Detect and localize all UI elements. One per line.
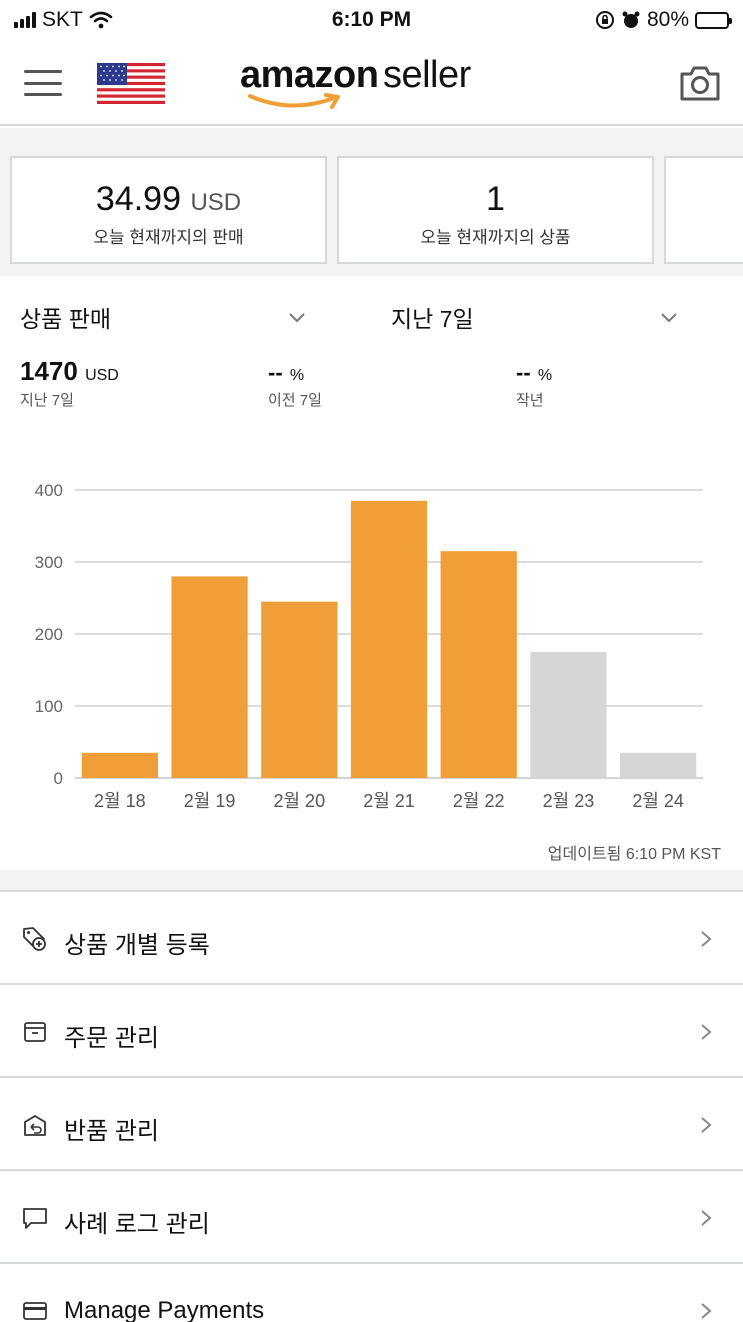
stat-value: -- %	[516, 360, 553, 385]
metric-dropdown[interactable]: 상품 판매	[20, 300, 111, 334]
stat-label: 작년	[516, 392, 544, 409]
x-tick-label: 2월 19	[184, 791, 236, 811]
rotation-lock-icon	[595, 11, 614, 29]
amazon-seller-logo: amazon seller	[240, 54, 500, 114]
stat-label: 지난 7일	[20, 392, 74, 409]
y-tick-label: 300	[35, 553, 63, 572]
bar[interactable]	[350, 500, 428, 778]
section-divider	[0, 870, 743, 890]
menu-item-manage-orders[interactable]: 주문 관리	[0, 983, 743, 1076]
metric-cards-strip: 34.99 USD 오늘 현재까지의 판매 1 오늘 현재까지의 상품	[0, 128, 743, 276]
menu-item-case-log[interactable]: 사례 로그 관리	[0, 1169, 743, 1262]
menu-item-label: 사례 로그 관리	[64, 1211, 210, 1238]
chevron-down-icon[interactable]	[661, 310, 677, 326]
menu-item-label: Manage Payments	[64, 1297, 265, 1322]
app-header: amazon seller	[0, 42, 743, 126]
menu-item-label: 주문 관리	[64, 1025, 159, 1052]
box-icon	[24, 1022, 46, 1042]
return-box-icon	[24, 1115, 46, 1136]
x-tick-label: 2월 21	[363, 791, 415, 811]
y-tick-label: 200	[35, 625, 63, 644]
bar[interactable]	[440, 551, 517, 778]
menu-item-label: 상품 개별 등록	[64, 932, 210, 959]
stat-value: -- %	[268, 360, 305, 385]
period-dropdown[interactable]: 지난 7일	[391, 300, 474, 334]
bar[interactable]	[620, 752, 697, 778]
x-tick-label: 2월 24	[632, 791, 684, 811]
status-bar: SKT 6:10 PM 80%	[0, 0, 743, 42]
y-tick-label: 400	[35, 481, 63, 500]
bar[interactable]	[81, 752, 158, 778]
chevron-right-icon	[701, 1024, 712, 1040]
metric-value: 1	[486, 180, 505, 218]
chart-selectors: 상품 판매 지난 7일	[0, 276, 743, 356]
battery-icon	[695, 11, 732, 29]
chevron-right-icon	[701, 1210, 712, 1226]
metric-label: 오늘 현재까지의 상품	[420, 228, 571, 247]
quick-menu: 상품 개별 등록 주문 관리 반품 관리 사례 로그 관리 Manage Pay…	[0, 890, 743, 1322]
updated-timestamp: 업데이트됨 6:10 PM KST	[547, 846, 721, 863]
metric-label: 오늘 현재까지의 판매	[93, 228, 244, 247]
stat-last-year: -- % 작년	[516, 356, 552, 410]
metric-card-units[interactable]: 1 오늘 현재까지의 상품	[337, 156, 654, 264]
metric-card-sales[interactable]: 34.99 USD 오늘 현재까지의 판매	[10, 156, 327, 264]
chevron-down-icon[interactable]	[289, 310, 305, 326]
alarm-icon	[622, 11, 640, 28]
x-tick-label: 2월 22	[453, 791, 505, 811]
us-flag-icon[interactable]	[97, 63, 165, 104]
stat-label: 이전 7일	[268, 392, 322, 409]
battery-percent: 80%	[646, 8, 689, 31]
chevron-right-icon	[701, 1303, 712, 1319]
sales-bar-chart: 0 100 200 300 400 2월 18 2월 19 2월 20 2월 21 2월 22 2월…	[0, 470, 743, 830]
chat-icon	[23, 1208, 47, 1229]
tag-plus-icon	[23, 927, 46, 951]
menu-item-label: 반품 관리	[64, 1118, 159, 1145]
menu-icon[interactable]	[24, 70, 62, 96]
y-tick-label: 0	[54, 769, 63, 788]
x-tick-label: 2월 20	[273, 791, 325, 811]
menu-item-manage-payments[interactable]: Manage Payments	[0, 1262, 743, 1322]
camera-icon[interactable]	[679, 64, 721, 102]
status-right: 80%	[595, 8, 732, 32]
bar[interactable]	[261, 601, 338, 778]
menu-item-manage-returns[interactable]: 반품 관리	[0, 1076, 743, 1169]
logo-suffix: seller	[382, 54, 471, 96]
stat-value: 1470 USD	[20, 356, 119, 386]
x-tick-label: 2월 18	[94, 791, 146, 811]
bar[interactable]	[530, 652, 607, 778]
logo-brand: amazon	[240, 54, 379, 96]
x-tick-label: 2월 23	[543, 791, 595, 811]
card-icon	[23, 1302, 47, 1320]
chevron-right-icon	[701, 1117, 712, 1133]
menu-item-add-product[interactable]: 상품 개별 등록	[0, 890, 743, 983]
smile-arrow-icon	[248, 93, 340, 109]
metric-card-partial[interactable]	[664, 156, 743, 264]
bar[interactable]	[171, 576, 248, 778]
y-tick-label: 100	[35, 697, 63, 716]
chart-canvas: 0 100 200 300 400 2월 18 2월 19 2월 20 2월 21 2월 22 2월…	[35, 481, 703, 811]
stat-prev-7-days: -- % 이전 7일	[268, 356, 322, 410]
chevron-right-icon	[701, 931, 712, 947]
stat-last-7-days: 1470 USD 지난 7일	[20, 356, 119, 410]
metric-value: 34.99 USD	[95, 180, 242, 218]
